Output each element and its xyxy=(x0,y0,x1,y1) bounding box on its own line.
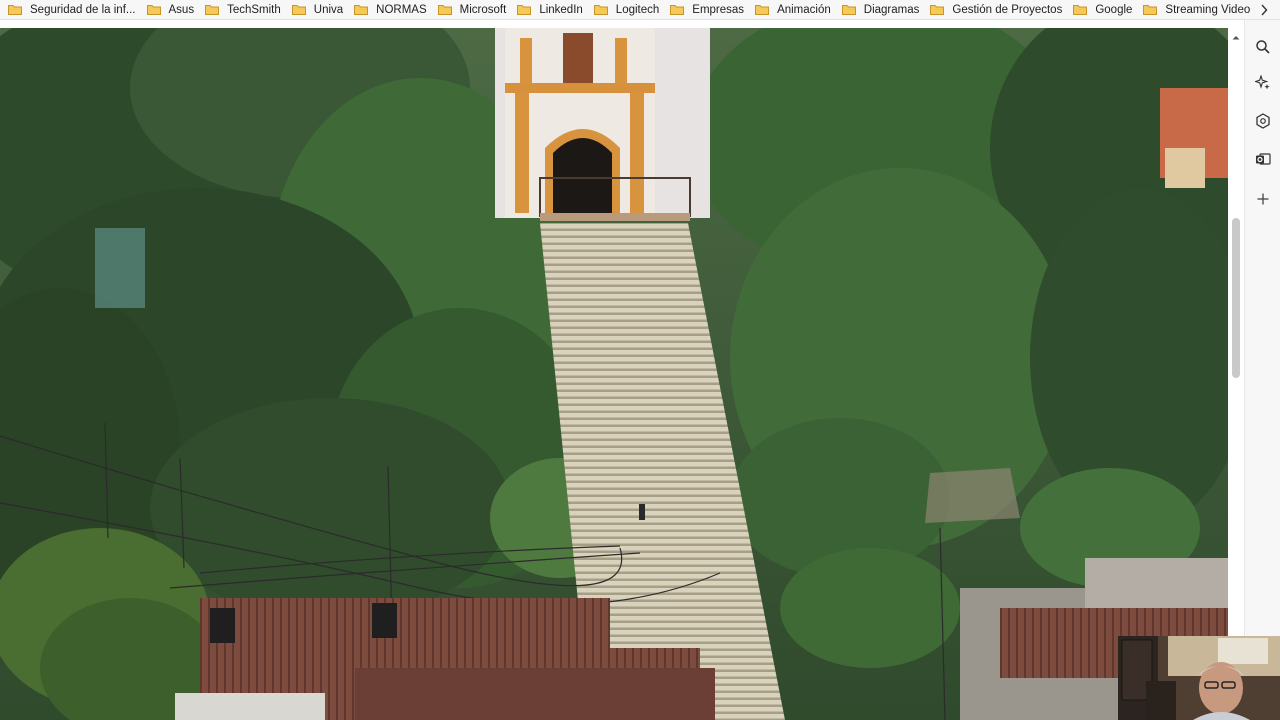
person-on-stairs xyxy=(639,504,645,520)
bookmark-label: Logitech xyxy=(615,3,660,16)
church xyxy=(495,28,710,221)
scroll-thumb[interactable] xyxy=(1232,218,1240,378)
webcam-overlay xyxy=(1118,636,1280,720)
folder-icon xyxy=(755,4,770,15)
folder-icon xyxy=(291,4,306,15)
folder-icon xyxy=(930,4,945,15)
bookmark-folder[interactable]: Empresas xyxy=(666,0,751,19)
bookmark-folder[interactable]: NORMAS xyxy=(350,0,433,19)
bookmark-label: Seguridad de la inf... xyxy=(30,3,136,16)
bookmark-label: Animación xyxy=(777,3,831,16)
bookmark-label: TechSmith xyxy=(227,3,281,16)
folder-icon xyxy=(1073,4,1088,15)
folder-icon xyxy=(670,4,685,15)
sparkle-icon[interactable] xyxy=(1252,72,1274,94)
bookmark-folder[interactable]: Seguridad de la inf... xyxy=(0,0,143,19)
bookmark-folder[interactable]: LinkedIn xyxy=(513,0,589,19)
folder-icon xyxy=(205,4,220,15)
bookmark-folder[interactable]: Microsoft xyxy=(434,0,514,19)
scroll-up-arrow-icon[interactable] xyxy=(1231,30,1241,40)
page-top-gap xyxy=(0,20,1244,28)
folder-icon xyxy=(1143,4,1158,15)
folder-icon xyxy=(437,4,452,15)
folder-icon xyxy=(8,4,22,15)
bookmark-label: Diagramas xyxy=(863,3,920,16)
presenter-video xyxy=(1118,636,1280,720)
bookmark-folder[interactable]: Univa xyxy=(288,0,350,19)
folder-icon xyxy=(841,4,856,15)
folder-icon xyxy=(593,4,608,15)
bookmark-folder[interactable]: TechSmith xyxy=(201,0,288,19)
bookmark-label: Gestión de Proyectos xyxy=(952,3,1063,16)
bookmark-folder[interactable]: Logitech xyxy=(590,0,666,19)
outlook-icon[interactable] xyxy=(1252,148,1274,170)
chevron-right-icon[interactable] xyxy=(1256,0,1272,19)
copilot-icon[interactable] xyxy=(1252,110,1274,132)
bookmark-folder[interactable]: Asus xyxy=(143,0,202,19)
bookmark-label: Univa xyxy=(313,3,344,16)
bookmark-label: Empresas xyxy=(692,3,745,16)
church-staircase-photo xyxy=(0,28,1228,720)
bookmark-label: Microsoft xyxy=(459,3,507,16)
bookmark-folder[interactable]: Streaming Video xyxy=(1139,0,1257,19)
bookmark-label: Streaming Video xyxy=(1165,3,1251,16)
folder-icon xyxy=(517,4,532,15)
vertical-scrollbar[interactable] xyxy=(1228,28,1244,720)
bookmarks-bar: Seguridad de la inf... Asus TechSmith Un… xyxy=(0,0,1280,20)
add-icon[interactable] xyxy=(1252,188,1274,210)
bookmark-label: Asus xyxy=(168,3,195,16)
search-icon[interactable] xyxy=(1252,36,1274,58)
bookmark-label: Google xyxy=(1095,3,1133,16)
bookmark-label: LinkedIn xyxy=(539,3,583,16)
bookmark-folder[interactable]: Gestión de Proyectos xyxy=(926,0,1069,19)
folder-icon xyxy=(146,4,161,15)
browser-sidebar xyxy=(1244,20,1280,720)
bookmark-label: NORMAS xyxy=(376,3,427,16)
bookmark-folder[interactable]: Google xyxy=(1069,0,1139,19)
folder-icon xyxy=(354,4,369,15)
bookmark-folder[interactable]: Diagramas xyxy=(838,0,927,19)
bookmark-folder[interactable]: Animación xyxy=(751,0,838,19)
video-frame xyxy=(0,28,1228,720)
